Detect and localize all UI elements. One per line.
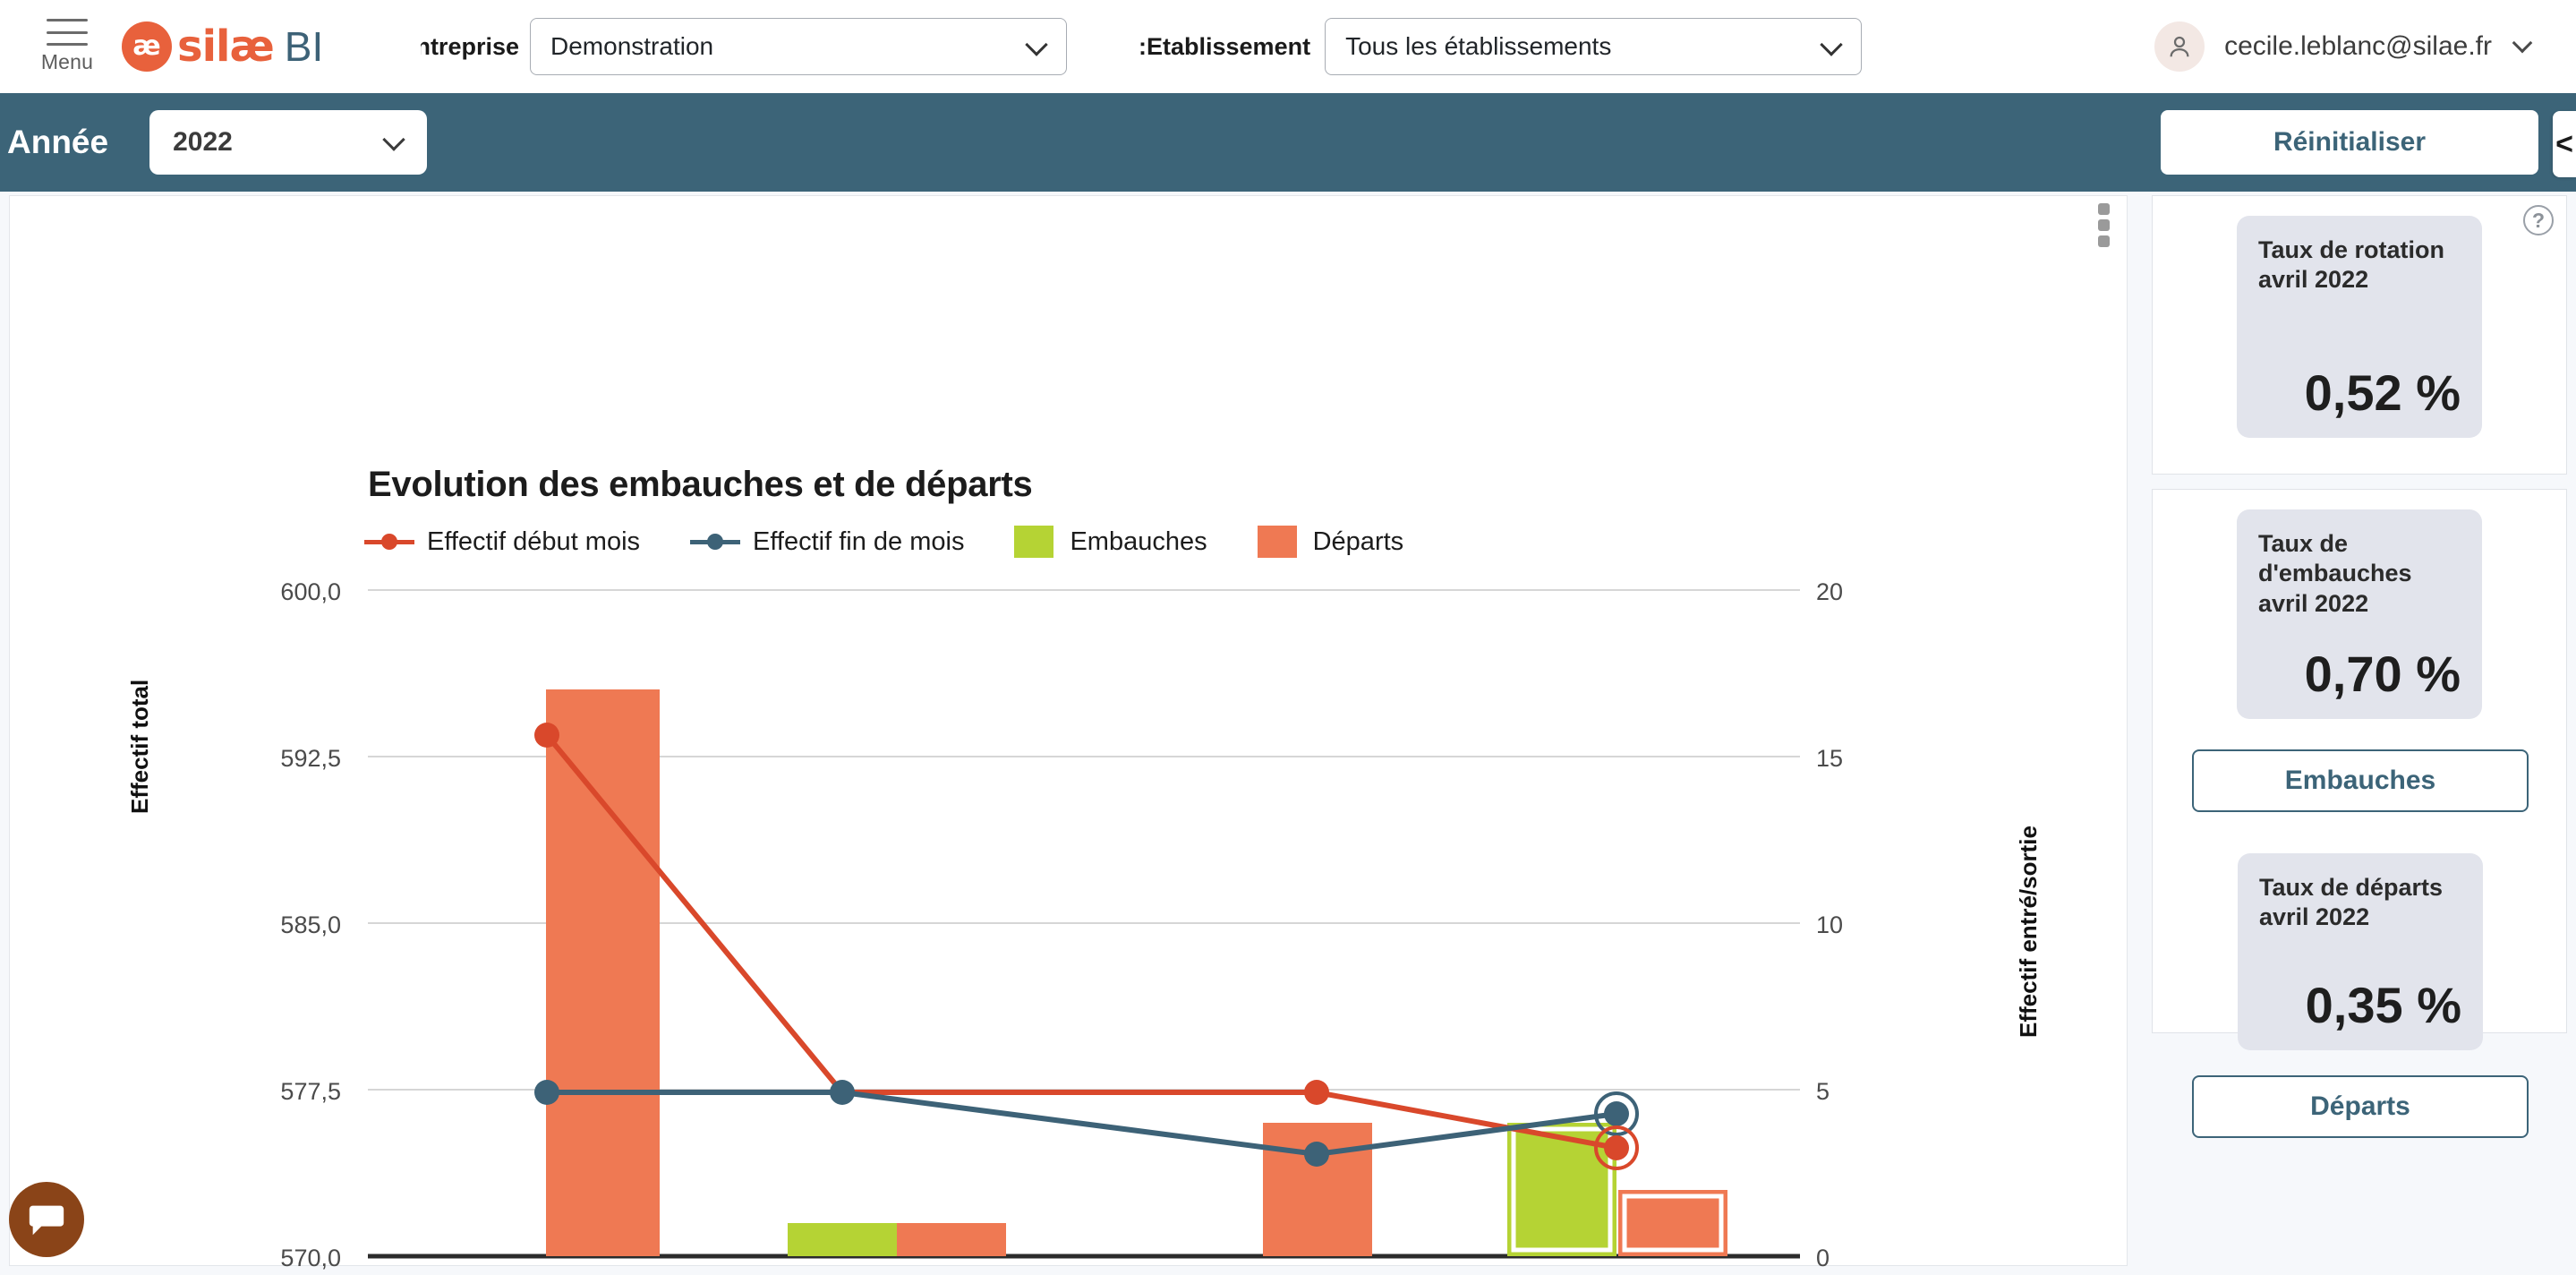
kpi-card-taux-embauches[interactable]: Taux de d'embauches avril 2022 0,70 % Em… (2152, 489, 2567, 1138)
chevron-down-icon (1820, 33, 1843, 56)
annee-value: 2022 (173, 127, 233, 157)
embauches-button[interactable]: Embauches (2192, 749, 2529, 812)
bar-departs-avril[interactable] (1618, 1190, 1727, 1256)
departs-button-label: Départs (2310, 1091, 2410, 1121)
etablissement-label: Etablissement: (1139, 32, 1311, 60)
reset-button[interactable]: Réinitialiser (2161, 110, 2538, 175)
kpi-title: Taux de rotation avril 2022 (2258, 236, 2445, 294)
departs-button[interactable]: Départs (2192, 1075, 2529, 1138)
line-effectif-debut-mois[interactable] (544, 733, 1617, 1151)
entreprise-label: Entreprise: (421, 32, 519, 60)
reset-button-label: Réinitialiser (2273, 127, 2427, 157)
filter-bar: Année 2022 Réinitialiser (0, 93, 2576, 192)
point-effectif-fin-janvier[interactable] (534, 1080, 559, 1105)
point-effectif-fin-mars[interactable] (1304, 1142, 1329, 1167)
kpi-card-taux-rotation[interactable]: ? Taux de rotation avril 2022 0,52 % (2152, 195, 2567, 475)
bar-embauches-fevrier[interactable] (788, 1223, 897, 1256)
collapse-panel-toggle[interactable]: < (2553, 111, 2576, 177)
point-effectif-debut-avril[interactable] (1604, 1135, 1629, 1160)
chart-plot-area (368, 589, 1800, 1259)
chart-panel: Evolution des embauches et de départs Ef… (9, 195, 2128, 1271)
logo-wordmark: silæ (177, 21, 275, 72)
logo-bi-suffix: BI (284, 23, 324, 70)
chevron-left-icon: < (2555, 127, 2573, 161)
kpi-title: Taux de d'embauches avril 2022 (2258, 530, 2412, 617)
kpi-sidebar: ? Taux de rotation avril 2022 0,52 % Tau… (2152, 195, 2567, 1275)
app-logo[interactable]: æ silæ BI (122, 21, 323, 72)
line-effectif-fin-de-mois[interactable] (547, 1090, 1617, 1158)
silae-logo-icon: æ (122, 21, 172, 72)
annee-select[interactable]: 2022 (149, 110, 428, 175)
point-effectif-debut-janvier[interactable] (534, 723, 559, 748)
bar-departs-janvier[interactable] (546, 689, 660, 1256)
entreprise-value: Demonstration (550, 32, 714, 60)
chevron-down-icon (382, 128, 405, 151)
chat-bubble-icon (29, 1205, 64, 1236)
menu-label: Menu (40, 50, 94, 73)
bar-departs-fevrier[interactable] (897, 1223, 1006, 1256)
embauches-button-label: Embauches (2284, 766, 2436, 795)
etablissement-value: Tous les établissements (1345, 32, 1612, 60)
chevron-down-icon (1025, 33, 1048, 56)
kpi-value: 0,35 % (2305, 977, 2461, 1033)
entreprise-select[interactable]: Demonstration (530, 18, 1067, 75)
chevron-down-icon (2512, 32, 2533, 54)
kpi-value: 0,70 % (2304, 646, 2461, 702)
help-icon[interactable]: ? (2523, 205, 2554, 235)
entreprise-filter: Entreprise: Demonstration (421, 18, 1067, 75)
point-effectif-debut-mars[interactable] (1304, 1080, 1329, 1105)
etablissement-filter: Etablissement: Tous les établissements (1139, 18, 1863, 75)
point-effectif-fin-avril[interactable] (1604, 1101, 1629, 1126)
top-header: Menu æ silæ BI Entreprise: Demonstration… (0, 0, 2576, 93)
chat-widget-button[interactable] (9, 1182, 84, 1257)
kpi-value: 0,52 % (2304, 364, 2461, 421)
annee-label: Année (7, 124, 109, 160)
avatar (2154, 21, 2205, 72)
kpi-title: Taux de départs avril 2022 (2259, 874, 2444, 931)
dashboard-content: Evolution des embauches et de départs Ef… (0, 192, 2576, 1275)
user-email: cecile.leblanc@silae.fr (2224, 31, 2492, 61)
menu-button[interactable]: Menu (32, 19, 102, 74)
user-menu[interactable]: cecile.leblanc@silae.fr (2154, 21, 2533, 72)
user-icon (2170, 36, 2189, 57)
hamburger-icon (47, 19, 88, 46)
point-effectif-fin-fevrier[interactable] (830, 1080, 855, 1105)
etablissement-select[interactable]: Tous les établissements (1325, 18, 1863, 75)
